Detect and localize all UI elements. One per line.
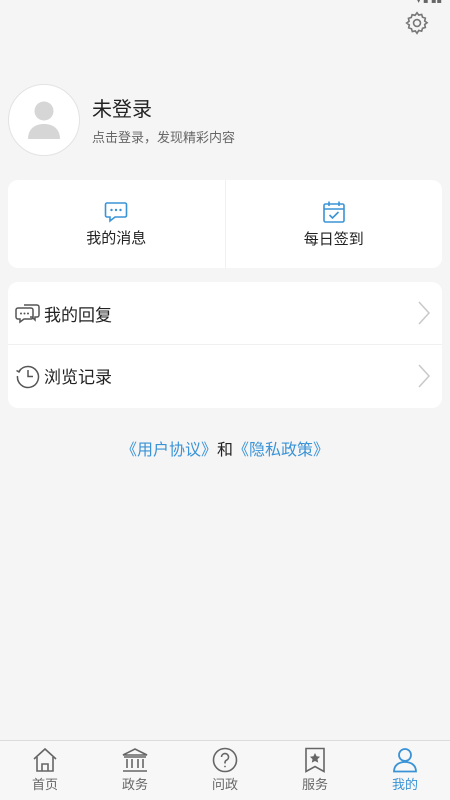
and-text: 和 (216, 440, 233, 459)
home-icon (33, 747, 57, 772)
browse-history-label: 浏览记录 (44, 368, 112, 388)
profile-header[interactable]: 未登录 点击登录，发现精彩内容 (8, 84, 442, 156)
star-bookmark-icon (305, 747, 325, 773)
my-messages-label: 我的消息 (86, 228, 147, 247)
tab-inquiry[interactable]: 问政 (180, 741, 270, 800)
tab-services[interactable]: 服务 (270, 741, 360, 800)
tab-home[interactable]: 首页 (0, 741, 90, 800)
user-avatar-icon (28, 101, 60, 139)
status-bar: ▾ ▪ ▪▪ (0, 0, 450, 6)
settings-button[interactable] (402, 8, 432, 38)
daily-checkin-button[interactable]: 每日签到 (224, 180, 443, 268)
quick-actions-card: 我的消息 每日签到 (8, 180, 442, 268)
menu-card: 我的回复 浏览记录 (8, 282, 442, 408)
tab-mine-label: 我的 (391, 778, 418, 793)
tab-services-label: 服务 (301, 778, 328, 793)
chevron-right-icon (414, 361, 434, 391)
chevron-right-icon (414, 298, 434, 328)
avatar[interactable] (8, 84, 80, 156)
government-building-icon (122, 748, 148, 772)
daily-checkin-label: 每日签到 (303, 229, 364, 248)
tab-government[interactable]: 政务 (90, 741, 180, 800)
browse-history-row[interactable]: 浏览记录 (8, 344, 442, 406)
tab-inquiry-label: 问政 (211, 778, 238, 793)
status-icons: ▾ ▪ ▪▪ (416, 0, 442, 5)
privacy-policy-link[interactable]: 《隐私政策》 (233, 440, 329, 459)
my-replies-row[interactable]: 我的回复 (8, 282, 442, 344)
my-messages-button[interactable]: 我的消息 (8, 180, 225, 268)
message-bubble-icon (104, 201, 128, 223)
profile-icon (393, 748, 417, 773)
question-circle-icon (212, 747, 238, 773)
login-status[interactable]: 未登录 (92, 95, 235, 123)
calendar-check-icon (322, 201, 345, 223)
history-clock-icon (14, 362, 42, 390)
reply-bubble-icon (14, 299, 42, 327)
tab-home-label: 首页 (31, 778, 58, 793)
login-prompt: 点击登录，发现精彩内容 (92, 130, 236, 146)
tab-government-label: 政务 (121, 778, 148, 793)
user-agreement-link[interactable]: 《用户协议》 (121, 440, 217, 459)
bottom-tab-bar: 首页 政务 问政 服务 我的 (0, 740, 450, 800)
my-replies-label: 我的回复 (44, 305, 112, 326)
tab-mine[interactable]: 我的 (360, 741, 450, 800)
agreement-links: 《用户协议》和《隐私政策》 (0, 436, 450, 460)
gear-icon (405, 11, 429, 35)
